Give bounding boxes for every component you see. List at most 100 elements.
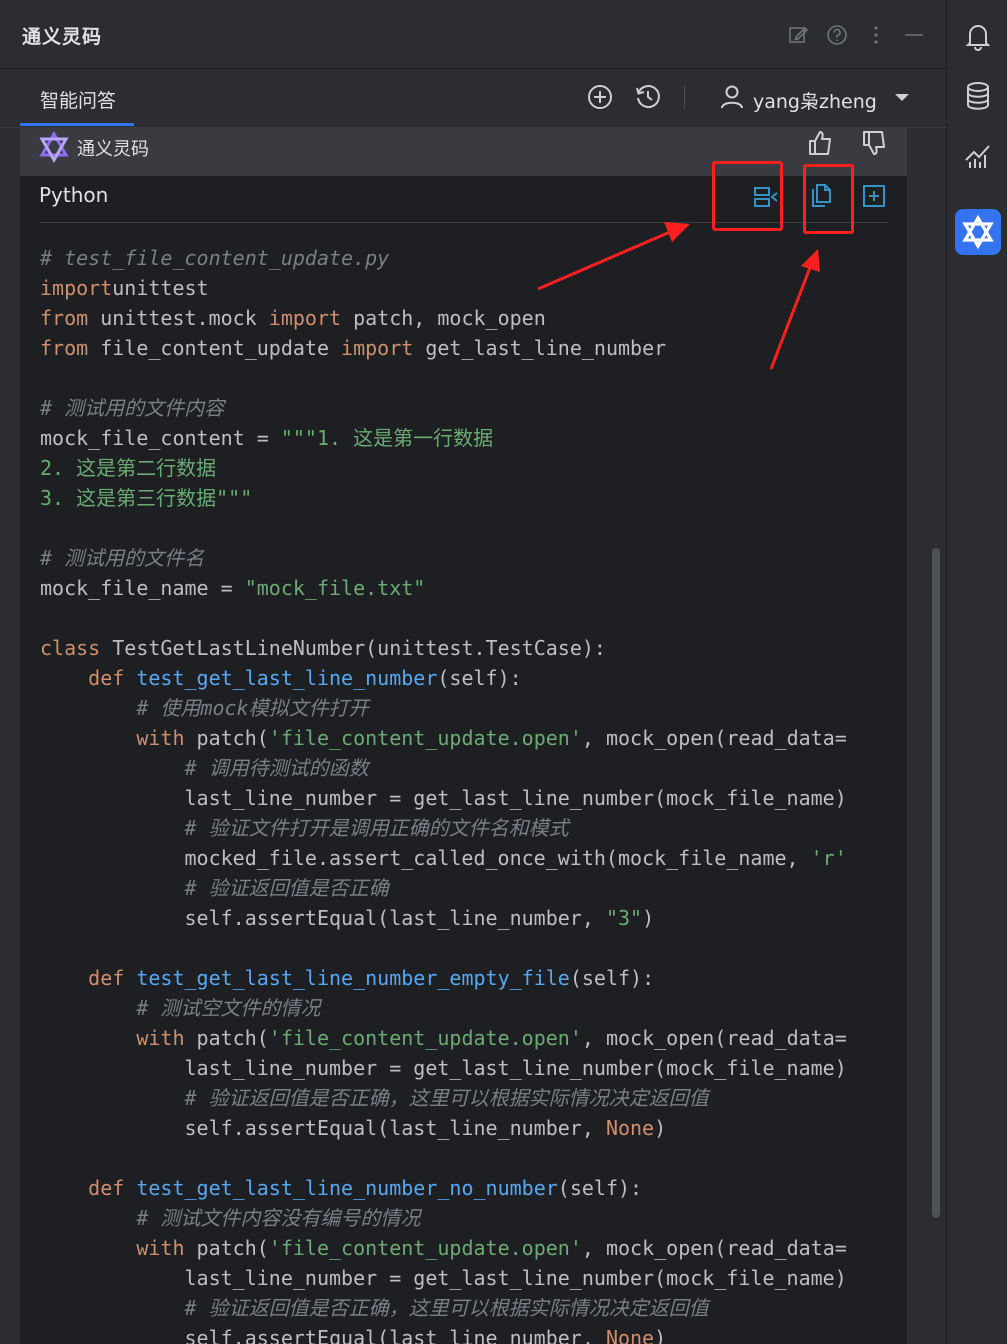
- code-token: last_line_number = get_last_line_number(…: [40, 1266, 847, 1290]
- code-line: with patch('file_content_update.open', m…: [40, 1233, 906, 1263]
- code-line: # 验证返回值是否正确: [40, 873, 906, 903]
- code-token: test_get_last_line_number: [136, 666, 438, 690]
- code-token: unittest.mock: [88, 306, 269, 330]
- code-line: from file_content_update import get_last…: [40, 333, 906, 363]
- code-token: get_last_line_number: [413, 336, 667, 360]
- code-token: # 验证返回值是否正确，这里可以根据实际情况决定返回值: [184, 1296, 709, 1320]
- code-token: "mock_file.txt": [244, 576, 426, 600]
- code-line: self.assertEqual(last_line_number, None): [40, 1113, 906, 1143]
- user-name[interactable]: yang枭zheng: [753, 87, 877, 114]
- thumbs-up-icon[interactable]: [806, 129, 834, 157]
- code-line: # 测试空文件的情况: [40, 993, 906, 1023]
- code-token: , mock_open(read_data=: [581, 1236, 847, 1260]
- thumbs-down-icon[interactable]: [860, 129, 888, 157]
- code-token: (self):: [437, 666, 522, 690]
- chart-icon[interactable]: [962, 140, 994, 172]
- tab-smart-qa[interactable]: 智能问答: [40, 86, 116, 113]
- right-tool-strip: [946, 0, 1007, 1344]
- tool-window-header: 通义灵码: [0, 0, 946, 69]
- code-token: None: [605, 1326, 655, 1344]
- minimize-icon[interactable]: [903, 24, 925, 46]
- chevron-down-icon[interactable]: [888, 83, 916, 111]
- code-token: file_content_update: [88, 336, 342, 360]
- code-line: # 测试用的文件内容: [40, 393, 906, 423]
- code-line: self.assertEqual(last_line_number, None): [40, 1323, 906, 1344]
- code-token: test_get_last_line_number_no_number: [136, 1176, 558, 1200]
- code-token: 'file_content_update.open': [268, 1236, 582, 1260]
- code-line: def test_get_last_line_number_empty_file…: [40, 963, 906, 993]
- code-token: # 测试用的文件名: [40, 546, 205, 570]
- code-line: # test_file_content_update.py: [40, 243, 906, 273]
- scrollbar-thumb[interactable]: [932, 548, 940, 1218]
- code-token: mock_file_name =: [40, 576, 245, 600]
- code-token: # 测试用的文件内容: [40, 396, 225, 420]
- insert-file-icon[interactable]: [861, 183, 887, 209]
- code-token: last_line_number = get_last_line_number(…: [40, 1056, 847, 1080]
- code-language-label: Python: [39, 183, 109, 207]
- edit-icon[interactable]: [787, 24, 809, 46]
- code-token: # 测试空文件的情况: [136, 996, 321, 1020]
- new-chat-icon[interactable]: [586, 83, 614, 111]
- code-token: None: [605, 1116, 655, 1140]
- history-icon[interactable]: [634, 83, 662, 111]
- notification-icon[interactable]: [962, 20, 994, 52]
- code-token: with: [136, 1236, 185, 1260]
- code-token: TestGetLastLineNumber(unittest.TestCase)…: [100, 636, 606, 660]
- code-line: # 调用待测试的函数: [40, 753, 906, 783]
- code-token: 2. 这是第二行数据: [40, 456, 217, 480]
- code-token: import: [268, 306, 342, 330]
- tongyi-icon[interactable]: [955, 209, 1001, 255]
- code-block: # test_file_content_update.py importunitt…: [40, 243, 906, 1344]
- code-token: 'r': [810, 846, 847, 870]
- code-line: def test_get_last_line_number_no_number(…: [40, 1173, 906, 1203]
- code-token: , mock_open(read_data=: [581, 1026, 847, 1050]
- code-line: # 验证返回值是否正确，这里可以根据实际情况决定返回值: [40, 1293, 906, 1323]
- code-token: # 调用待测试的函数: [184, 756, 369, 780]
- window-title: 通义灵码: [22, 26, 103, 48]
- code-token: 3. 这是第三行数据""": [40, 486, 253, 510]
- user-icon[interactable]: [718, 83, 746, 111]
- code-line: 2. 这是第二行数据: [40, 453, 906, 483]
- code-token: from: [40, 306, 89, 330]
- code-line: # 测试用的文件名: [40, 543, 906, 573]
- more-icon[interactable]: [865, 24, 887, 46]
- help-icon[interactable]: [826, 24, 848, 46]
- code-token: (self):: [569, 966, 655, 990]
- code-token: last_line_number = get_last_line_number(…: [40, 786, 847, 810]
- code-token: (self):: [557, 1176, 643, 1200]
- code-line: last_line_number = get_last_line_number(…: [40, 783, 906, 813]
- tab-bar: 智能问答 yang枭zheng: [0, 69, 946, 128]
- code-token: """1. 这是第一行数据: [280, 426, 494, 450]
- toolbar-divider: [684, 85, 685, 109]
- code-token: import: [341, 336, 414, 360]
- code-line: # 验证文件打开是调用正确的文件名和模式: [40, 813, 906, 843]
- code-token: from: [40, 336, 89, 360]
- highlight-box-insert: [712, 161, 783, 231]
- code-token: # test_file_content_update.py: [40, 246, 390, 270]
- code-token: patch(: [184, 1026, 269, 1050]
- code-token: self.assertEqual(last_line_number,: [40, 906, 606, 930]
- database-icon[interactable]: [962, 80, 994, 112]
- code-token: # 使用mock模拟文件打开: [136, 696, 369, 720]
- code-token: self.assertEqual(last_line_number,: [40, 1326, 606, 1344]
- code-token: def: [88, 1176, 125, 1200]
- code-token: unittest: [112, 276, 209, 300]
- code-token: ): [642, 906, 655, 930]
- code-token: def: [88, 666, 125, 690]
- code-token: # 验证文件打开是调用正确的文件名和模式: [184, 816, 569, 840]
- code-line: mock_file_name = "mock_file.txt": [40, 573, 906, 603]
- code-token: mock_file_content =: [40, 426, 281, 450]
